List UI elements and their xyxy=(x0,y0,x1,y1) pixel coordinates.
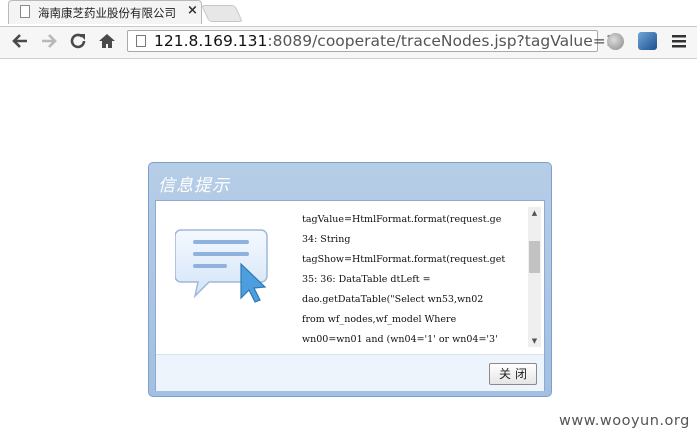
url-text: 121.8.169.131:8089/cooperate/traceNodes.… xyxy=(154,32,616,50)
browser-toolbar: 121.8.169.131:8089/cooperate/traceNodes.… xyxy=(0,27,697,59)
browser-tab[interactable]: 海南康芝药业股份有限公司 × xyxy=(8,0,202,24)
info-dialog: 信息提示 tagValue=HtmlFormat.format(request.… xyxy=(148,162,552,397)
dialog-body: tagValue=HtmlFormat.format(request.ge 34… xyxy=(155,200,545,391)
back-icon[interactable] xyxy=(9,30,31,52)
menu-icon[interactable] xyxy=(669,30,689,52)
dialog-title: 信息提示 xyxy=(158,176,230,196)
extension-icon[interactable] xyxy=(638,32,657,50)
url-path: :8089/cooperate/traceNodes.jsp?tagValue=… xyxy=(267,32,616,50)
tab-title: 海南康芝药业股份有限公司 xyxy=(38,6,176,20)
message-bubble-icon xyxy=(175,229,268,303)
watermark: www.wooyun.org xyxy=(559,413,690,429)
forward-icon[interactable] xyxy=(38,30,60,52)
tab-strip: 海南康芝药业股份有限公司 × xyxy=(0,0,697,27)
reload-icon[interactable] xyxy=(67,30,89,52)
home-icon[interactable] xyxy=(96,30,118,52)
globe-extension-icon[interactable] xyxy=(607,33,624,50)
address-bar[interactable]: 121.8.169.131:8089/cooperate/traceNodes.… xyxy=(127,30,616,52)
page-icon xyxy=(20,5,30,18)
close-button[interactable]: 关闭 xyxy=(489,363,537,385)
dialog-footer: 关闭 xyxy=(156,354,544,391)
scroll-thumb[interactable] xyxy=(529,241,540,273)
new-tab-button[interactable] xyxy=(201,5,243,22)
scroll-up-icon[interactable]: ▲ xyxy=(528,207,541,219)
url-host: 121.8.169.131 xyxy=(154,32,268,50)
page-icon xyxy=(136,35,146,47)
scroll-down-icon[interactable]: ▼ xyxy=(528,335,541,347)
close-tab-icon[interactable]: × xyxy=(187,3,198,18)
message-scroll-area[interactable]: tagValue=HtmlFormat.format(request.ge 34… xyxy=(296,205,543,351)
scrollbar[interactable]: ▲ ▼ xyxy=(528,207,541,347)
message-text: tagValue=HtmlFormat.format(request.ge 34… xyxy=(302,214,506,345)
